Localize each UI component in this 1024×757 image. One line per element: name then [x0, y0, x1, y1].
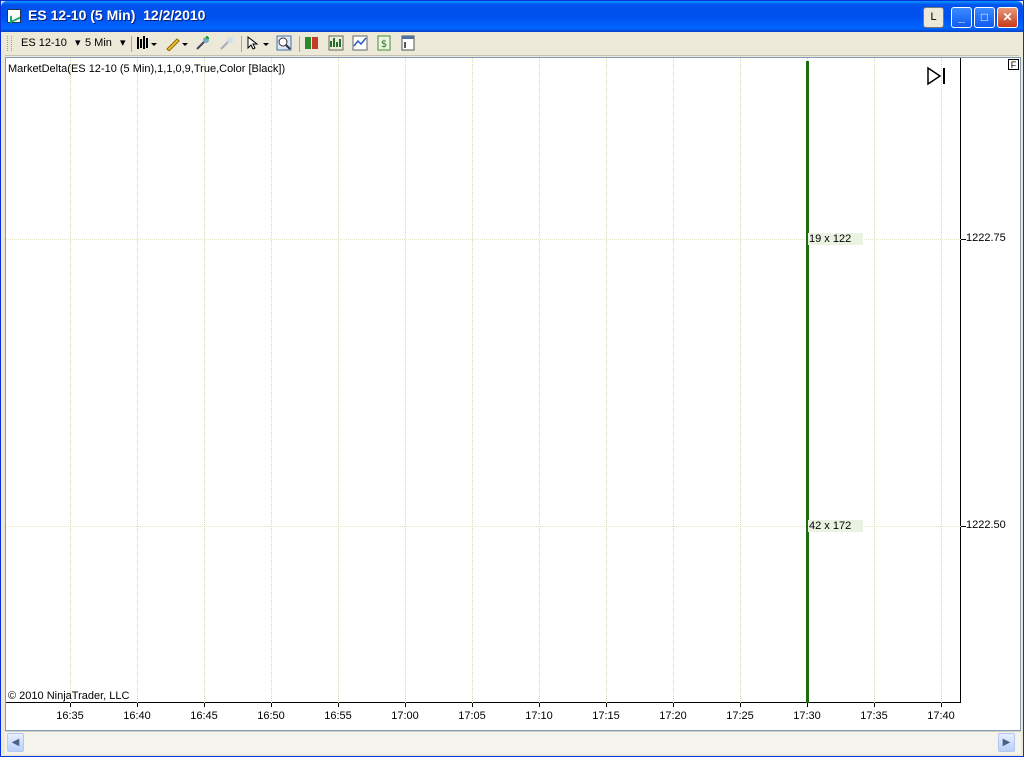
x-axis-tick	[941, 703, 942, 707]
f-marker[interactable]: F	[1008, 59, 1019, 70]
crosshair-remove-icon[interactable]	[219, 35, 235, 51]
toolbar-separator	[299, 36, 300, 52]
time-gridline	[472, 58, 473, 703]
copyright-text: © 2010 NinjaTrader, LLC	[8, 690, 130, 702]
instrument-label: ES 12-10	[21, 37, 67, 49]
window-title: ES 12-10 (5 Min) 12/2/2010	[28, 7, 206, 23]
horizontal-scrollbar[interactable]: ◀ ▶	[5, 731, 1021, 754]
time-gridline	[606, 58, 607, 703]
dom-icon[interactable]	[304, 35, 320, 51]
market-delta-cell: 42 x 172	[808, 520, 863, 532]
minimize-button[interactable]: _	[951, 7, 972, 28]
x-axis-label: 17:30	[793, 710, 821, 722]
time-gridline	[70, 58, 71, 703]
indicator-label: MarketDelta(ES 12-10 (5 Min),1,1,0,9,Tru…	[8, 63, 286, 75]
close-button[interactable]: ✕	[997, 7, 1018, 28]
time-gridline	[271, 58, 272, 703]
price-bar	[806, 61, 809, 703]
toolbar-grip[interactable]	[7, 36, 12, 51]
zoom-icon[interactable]	[276, 35, 292, 51]
x-axis-tick	[70, 703, 71, 707]
x-axis-tick	[874, 703, 875, 707]
x-axis-label: 16:55	[324, 710, 352, 722]
x-axis-tick	[472, 703, 473, 707]
x-axis-label: 17:40	[927, 710, 955, 722]
scroll-to-end-icon[interactable]	[926, 66, 948, 86]
x-axis-tick	[204, 703, 205, 707]
interval-selector[interactable]: 5 Min ▾	[85, 36, 126, 51]
x-axis-tick	[673, 703, 674, 707]
x-axis-label: 16:45	[190, 710, 218, 722]
chart-toolbar: ES 12-10 ▾ 5 Min ▾ $	[5, 32, 1019, 56]
time-gridline	[874, 58, 875, 703]
x-axis-label: 17:35	[860, 710, 888, 722]
chart-window: ES 12-10 (5 Min) 12/2/2010 L _ □ ✕ ES 12…	[0, 0, 1024, 757]
x-axis-label: 17:10	[525, 710, 553, 722]
x-axis-label: 17:05	[458, 710, 486, 722]
time-gridline	[740, 58, 741, 703]
x-axis-tick	[807, 703, 808, 707]
indicators-icon[interactable]	[352, 35, 368, 51]
strategies-icon[interactable]	[328, 35, 344, 51]
x-axis-label: 17:25	[726, 710, 754, 722]
bar-type-icon[interactable]	[136, 35, 158, 51]
x-axis-label: 17:00	[391, 710, 419, 722]
x-axis-tick	[606, 703, 607, 707]
time-gridline	[204, 58, 205, 703]
x-axis-label: 17:15	[592, 710, 620, 722]
x-axis-label: 16:40	[123, 710, 151, 722]
time-gridline	[405, 58, 406, 703]
x-axis-tick	[137, 703, 138, 707]
cursor-icon[interactable]	[246, 35, 270, 51]
interval-label: 5 Min	[85, 37, 112, 49]
scroll-left-button[interactable]: ◀	[7, 733, 24, 752]
toolbar-separator	[241, 36, 242, 52]
x-axis-tick	[539, 703, 540, 707]
time-gridline	[941, 58, 942, 703]
x-axis-tick	[740, 703, 741, 707]
price-plot[interactable]: MarketDelta(ES 12-10 (5 Min),1,1,0,9,Tru…	[6, 58, 961, 703]
chart-app-icon	[7, 9, 21, 23]
toolbar-separator	[131, 36, 132, 52]
market-delta-cell: 19 x 122	[808, 233, 863, 245]
chart-panel[interactable]: MarketDelta(ES 12-10 (5 Min),1,1,0,9,Tru…	[5, 57, 1021, 731]
y-axis-label: 1222.75	[966, 232, 1006, 244]
crosshair-add-icon[interactable]	[195, 35, 211, 51]
x-axis-label: 17:20	[659, 710, 687, 722]
link-button[interactable]: L	[923, 7, 944, 28]
x-axis-tick	[271, 703, 272, 707]
x-axis-label: 16:50	[257, 710, 285, 722]
scroll-right-button[interactable]: ▶	[998, 733, 1015, 752]
time-gridline	[673, 58, 674, 703]
pencil-icon[interactable]	[165, 35, 189, 51]
chevron-down-icon: ▾	[74, 37, 81, 49]
chevron-down-icon: ▾	[119, 37, 126, 49]
svg-text:$: $	[381, 39, 387, 50]
maximize-button[interactable]: □	[974, 7, 995, 28]
time-gridline	[137, 58, 138, 703]
time-gridline	[338, 58, 339, 703]
properties-icon[interactable]	[400, 35, 416, 51]
title-bar[interactable]: ES 12-10 (5 Min) 12/2/2010 L _ □ ✕	[1, 1, 1023, 32]
x-axis-label: 16:35	[56, 710, 84, 722]
x-axis-tick	[405, 703, 406, 707]
time-gridline	[539, 58, 540, 703]
dollar-icon[interactable]: $	[376, 35, 392, 51]
x-axis-tick	[338, 703, 339, 707]
instrument-selector[interactable]: ES 12-10 ▾	[21, 36, 80, 51]
y-axis-label: 1222.50	[966, 519, 1006, 531]
